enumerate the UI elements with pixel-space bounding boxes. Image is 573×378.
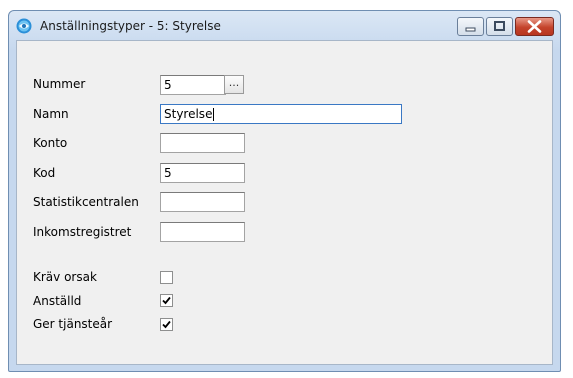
ger-tjanstear-checkbox[interactable] bbox=[160, 318, 173, 331]
minimize-icon bbox=[465, 27, 476, 32]
anstalld-label: Anställd bbox=[33, 294, 82, 308]
checkmark-icon bbox=[162, 296, 171, 305]
close-button[interactable] bbox=[515, 17, 554, 36]
dialog-window: Anställningstyper - 5: Styrelse Nummer 5… bbox=[8, 10, 561, 372]
title-bar[interactable]: Anställningstyper - 5: Styrelse bbox=[9, 11, 560, 41]
form-panel: Nummer 5 ... Namn Styrelse Konto Kod 5 S… bbox=[16, 40, 553, 365]
nummer-label: Nummer bbox=[33, 77, 86, 91]
maximize-icon bbox=[494, 21, 505, 31]
namn-label: Namn bbox=[33, 107, 69, 121]
app-globe-icon bbox=[16, 18, 32, 34]
nummer-field[interactable]: 5 bbox=[160, 75, 226, 95]
krav-orsak-label: Kräv orsak bbox=[33, 270, 97, 284]
namn-value: Styrelse bbox=[164, 107, 213, 121]
window-title: Anställningstyper - 5: Styrelse bbox=[40, 19, 221, 33]
minimize-button[interactable] bbox=[457, 17, 484, 36]
namn-field[interactable]: Styrelse bbox=[160, 104, 402, 124]
kod-label: Kod bbox=[33, 166, 56, 180]
nummer-lookup-button[interactable]: ... bbox=[224, 75, 244, 94]
checkmark-icon bbox=[162, 320, 171, 329]
kod-field[interactable]: 5 bbox=[160, 163, 245, 183]
konto-field[interactable] bbox=[160, 133, 245, 153]
konto-label: Konto bbox=[33, 136, 68, 150]
ger-tjanstear-label: Ger tjänsteår bbox=[33, 317, 113, 331]
close-icon bbox=[527, 20, 542, 33]
statistikcentralen-label: Statistikcentralen bbox=[33, 195, 139, 209]
krav-orsak-checkbox[interactable] bbox=[160, 271, 173, 284]
inkomstregistret-field[interactable] bbox=[160, 222, 245, 242]
statistikcentralen-field[interactable] bbox=[160, 192, 245, 212]
maximize-button[interactable] bbox=[486, 17, 513, 36]
inkomstregistret-label: Inkomstregistret bbox=[33, 225, 132, 239]
anstalld-checkbox[interactable] bbox=[160, 294, 173, 307]
